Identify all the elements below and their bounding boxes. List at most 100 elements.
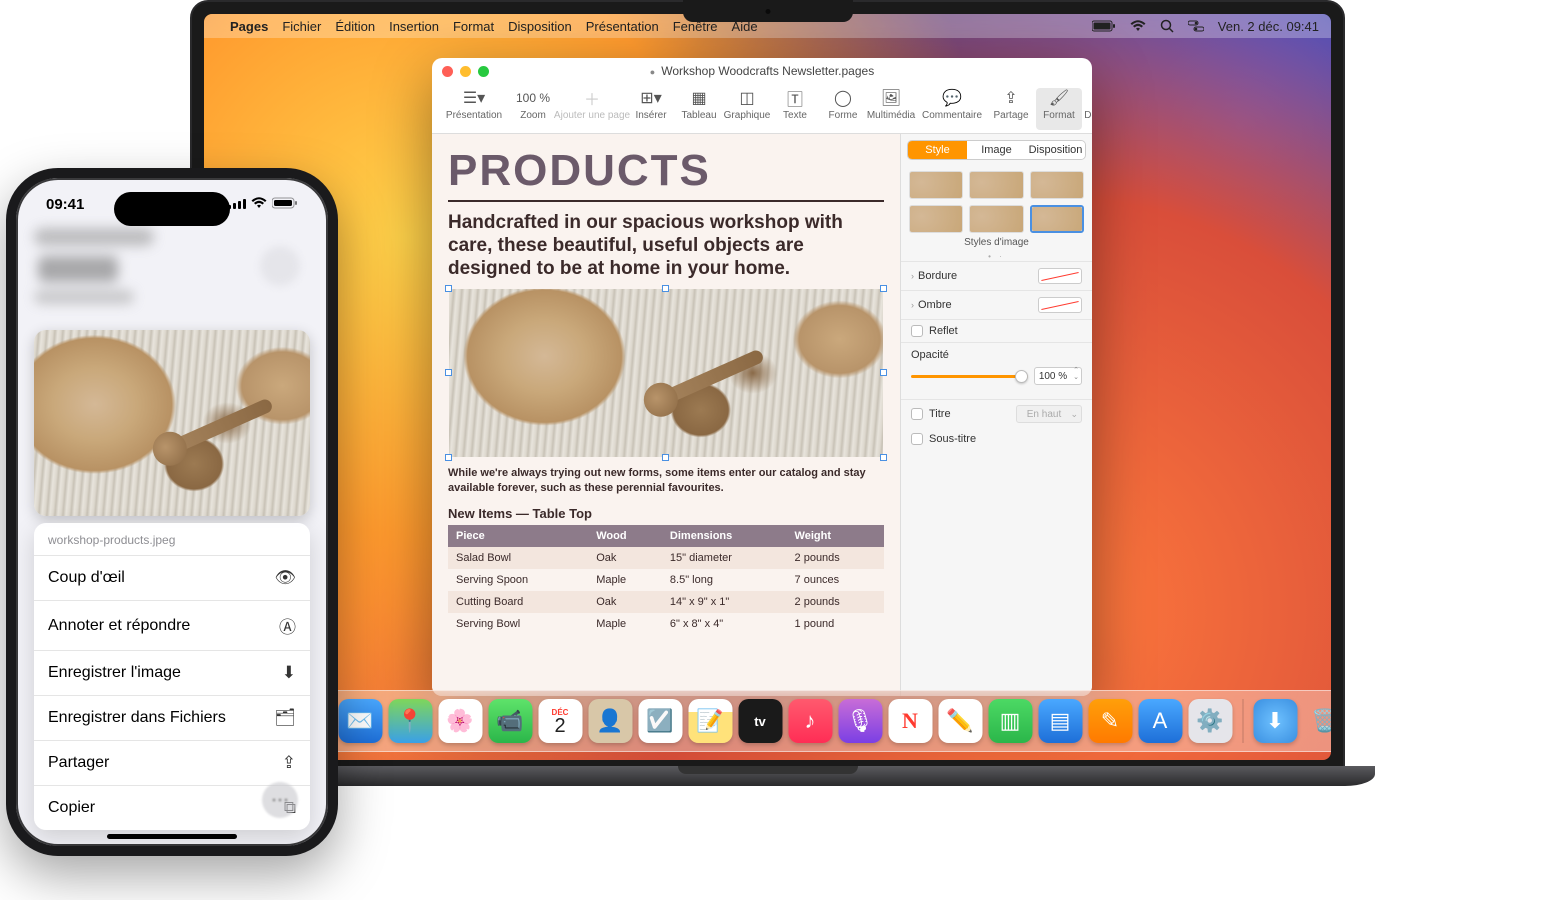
airdrop-header-blurred	[34, 228, 310, 318]
doc-body[interactable]: While we're always trying out new forms,…	[448, 466, 884, 496]
battery-icon[interactable]	[1092, 20, 1116, 32]
app-menu[interactable]: Pages	[230, 19, 268, 34]
dock-pages-icon[interactable]: ✎	[1088, 699, 1132, 743]
reflect-checkbox[interactable]	[911, 325, 923, 337]
menu-save-files[interactable]: Enregistrer dans Fichiers🗂	[34, 695, 310, 740]
page-dots: • ·	[901, 252, 1092, 261]
menu-file[interactable]: Fichier	[282, 19, 321, 34]
title-checkbox[interactable]	[911, 408, 923, 420]
doc-image-selected[interactable]	[448, 288, 884, 458]
shadow-row[interactable]: ›Ombre	[901, 290, 1092, 319]
macbook-base	[160, 766, 1375, 786]
dock-freeform-icon[interactable]: ✏️	[938, 699, 982, 743]
more-button-blurred: ⋯	[262, 782, 298, 818]
menu-edit[interactable]: Édition	[335, 19, 375, 34]
menu-annotate[interactable]: Annoter et répondreⒶ	[34, 600, 310, 650]
dock-mail-icon[interactable]: ✉️	[338, 699, 382, 743]
image-styles-label: Styles d'image	[901, 237, 1092, 248]
wifi-icon[interactable]	[1130, 20, 1146, 32]
menu-save-image[interactable]: Enregistrer l'image⬇︎	[34, 650, 310, 695]
dock-calendar-icon[interactable]: DÉC2	[538, 699, 582, 743]
eye-icon: 👁	[274, 568, 296, 588]
menu-quicklook[interactable]: Coup d'œil👁	[34, 555, 310, 600]
tab-arrange[interactable]: Disposition	[1026, 141, 1085, 159]
airdrop-filename: workshop-products.jpeg	[34, 523, 310, 555]
table-row: Cutting BoardOak14" x 9" x 1"2 pounds	[448, 591, 884, 613]
opacity-value[interactable]: 100 %	[1034, 367, 1082, 385]
control-center-icon[interactable]	[1188, 20, 1204, 32]
dock-appstore-icon[interactable]: A	[1138, 699, 1182, 743]
shadow-swatch[interactable]	[1038, 297, 1082, 313]
border-swatch[interactable]	[1038, 268, 1082, 284]
format-button[interactable]: 🖌Format	[1036, 88, 1082, 130]
markup-icon: Ⓐ	[279, 613, 296, 638]
battery-icon	[272, 196, 298, 213]
image-style-thumb[interactable]	[969, 205, 1023, 233]
table-row: Serving BowlMaple6" x 8" x 4"1 pound	[448, 613, 884, 635]
dock-keynote-icon[interactable]: ▤	[1038, 699, 1082, 743]
title-position-select[interactable]: En haut	[1016, 405, 1082, 423]
spotlight-icon[interactable]	[1160, 19, 1174, 33]
home-indicator[interactable]	[107, 834, 237, 839]
menu-arrange[interactable]: Disposition	[508, 19, 572, 34]
share-button[interactable]: ⇪Partage	[988, 88, 1034, 130]
tab-image[interactable]: Image	[967, 141, 1026, 159]
dock: 🙂 🧭 💬 ✉️ 📍 🌸 📹 DÉC2 👤 ☑️ 📝 tv ♪ 🎙 N ✏️ ▥…	[204, 690, 1331, 752]
image-style-thumb[interactable]	[1030, 171, 1084, 199]
dock-facetime-icon[interactable]: 📹	[488, 699, 532, 743]
dock-tv-icon[interactable]: tv	[738, 699, 782, 743]
opacity-slider[interactable]	[911, 375, 1028, 378]
image-style-thumb[interactable]	[969, 171, 1023, 199]
inspector-tabs[interactable]: Style Image Disposition	[907, 140, 1086, 160]
window-title: Workshop Woodcrafts Newsletter.pages	[432, 64, 1092, 78]
dock-maps-icon[interactable]: 📍	[388, 699, 432, 743]
view-button[interactable]: ☰▾Présentation	[440, 88, 508, 130]
dock-settings-icon[interactable]: ⚙️	[1188, 699, 1232, 743]
dock-photos-icon[interactable]: 🌸	[438, 699, 482, 743]
dock-reminders-icon[interactable]: ☑️	[638, 699, 682, 743]
menu-share[interactable]: Partager⇪	[34, 740, 310, 785]
chart-button[interactable]: ◫Graphique	[724, 88, 770, 130]
title-label: Titre	[929, 408, 951, 420]
doc-heading[interactable]: PRODUCTS	[448, 146, 884, 202]
insert-button[interactable]: ⊞▾Insérer	[628, 88, 674, 130]
airdrop-preview-image[interactable]	[34, 330, 310, 516]
menu-insert[interactable]: Insertion	[389, 19, 439, 34]
dock-podcasts-icon[interactable]: 🎙	[838, 699, 882, 743]
dock-downloads-icon[interactable]: ⬇︎	[1253, 699, 1297, 743]
dock-contacts-icon[interactable]: 👤	[588, 699, 632, 743]
add-page-button[interactable]: ＋Ajouter une page	[558, 88, 626, 130]
image-style-thumb[interactable]	[909, 171, 963, 199]
comment-button[interactable]: 💬Commentaire	[918, 88, 986, 130]
dock-trash-icon[interactable]: 🗑️	[1303, 699, 1331, 743]
zoom-dropdown[interactable]: 100 %Zoom	[510, 88, 556, 130]
doc-table-title[interactable]: New Items — Table Top	[448, 506, 884, 521]
menu-format[interactable]: Format	[453, 19, 494, 34]
dock-separator	[1242, 699, 1243, 743]
iphone-device: 09:41 workshop-products.jpeg Coup d'œil👁…	[6, 168, 338, 856]
media-button[interactable]: 🖼Multimédia	[868, 88, 914, 130]
toolbar: ☰▾Présentation 100 %Zoom ＋Ajouter une pa…	[432, 84, 1092, 134]
table-button[interactable]: ▦Tableau	[676, 88, 722, 130]
document-canvas[interactable]: PRODUCTS Handcrafted in our spacious wor…	[432, 134, 900, 696]
document-button[interactable]: 📄Document	[1084, 88, 1092, 130]
dock-news-icon[interactable]: N	[888, 699, 932, 743]
text-button[interactable]: 🅃Texte	[772, 88, 818, 130]
dock-music-icon[interactable]: ♪	[788, 699, 832, 743]
image-style-thumb-selected[interactable]	[1030, 205, 1084, 233]
border-row[interactable]: ›Bordure	[901, 261, 1092, 290]
doc-lead[interactable]: Handcrafted in our spacious workshop wit…	[448, 212, 884, 280]
dock-notes-icon[interactable]: 📝	[688, 699, 732, 743]
menu-view[interactable]: Présentation	[586, 19, 659, 34]
macos-desktop: Pages Fichier Édition Insertion Format D…	[204, 14, 1331, 760]
dock-numbers-icon[interactable]: ▥	[988, 699, 1032, 743]
image-style-thumb[interactable]	[909, 205, 963, 233]
doc-table[interactable]: Piece Wood Dimensions Weight Salad BowlO…	[448, 525, 884, 635]
subtitle-label: Sous-titre	[929, 433, 976, 445]
folder-icon: 🗂	[274, 708, 296, 728]
save-image-icon: ⬇︎	[282, 663, 296, 683]
shape-button[interactable]: ◯Forme	[820, 88, 866, 130]
tab-style[interactable]: Style	[908, 141, 967, 159]
menubar-datetime[interactable]: Ven. 2 déc. 09:41	[1218, 19, 1319, 34]
subtitle-checkbox[interactable]	[911, 433, 923, 445]
